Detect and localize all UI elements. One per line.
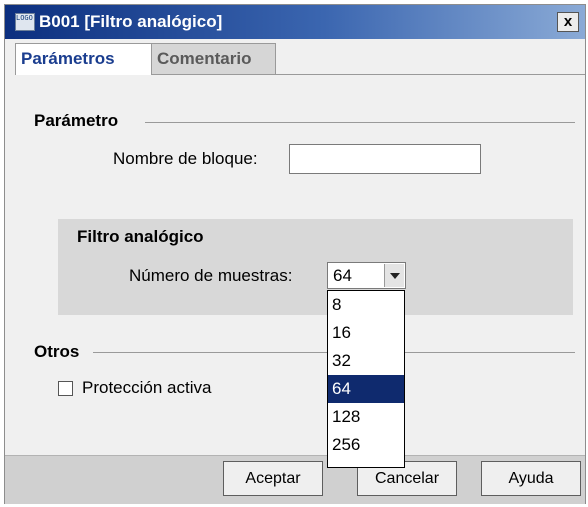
tab-parametros[interactable]: Parámetros	[15, 43, 152, 75]
samples-option-32[interactable]: 32	[328, 347, 404, 375]
window-title: B001 [Filtro analógico]	[39, 12, 223, 31]
accept-button[interactable]: Aceptar	[223, 461, 323, 496]
close-button[interactable]: x	[557, 12, 579, 32]
samples-combobox-value: 64	[333, 266, 352, 285]
samples-option-8[interactable]: 8	[328, 291, 404, 319]
chevron-down-icon[interactable]	[384, 264, 404, 287]
tab-comentario[interactable]: Comentario	[152, 43, 276, 75]
analog-filter-title: Filtro analógico	[77, 227, 204, 246]
parameter-section-rule	[145, 122, 575, 123]
logo-app-icon: LOGO!	[15, 13, 35, 31]
samples-option-64[interactable]: 64	[328, 375, 404, 403]
samples-label: Número de muestras:	[129, 266, 293, 285]
block-name-label: Nombre de bloque:	[113, 149, 258, 168]
protection-label: Protección activa	[82, 378, 212, 397]
parameter-section-title: Parámetro	[34, 111, 127, 131]
samples-option-256[interactable]: 256	[328, 431, 404, 459]
samples-option-128[interactable]: 128	[328, 403, 404, 431]
others-section-title: Otros	[34, 342, 88, 362]
samples-combobox[interactable]: 64	[327, 262, 406, 289]
title-bar[interactable]: LOGO! B001 [Filtro analógico] x	[5, 5, 585, 39]
dialog-window: LOGO! B001 [Filtro analógico] x Parámetr…	[4, 4, 586, 504]
help-button[interactable]: Ayuda	[481, 461, 581, 496]
samples-option-16[interactable]: 16	[328, 319, 404, 347]
protection-checkbox[interactable]	[58, 381, 73, 396]
samples-dropdown-list[interactable]: 8 16 32 64 128 256	[327, 290, 405, 468]
block-name-input[interactable]	[289, 144, 481, 174]
